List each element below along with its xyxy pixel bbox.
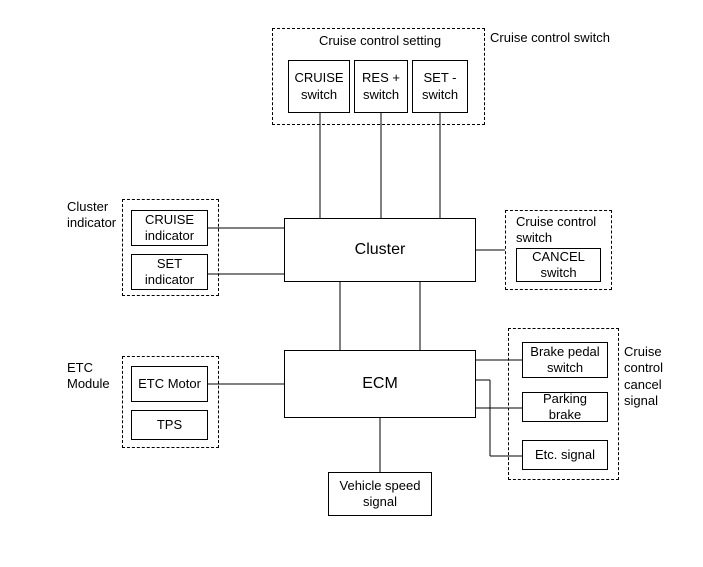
parking-brake-box: Parking brake [522,392,608,422]
cruise-control-switch-label-top: Cruise control switch [490,30,610,46]
set-indicator-box: SET indicator [131,254,208,290]
cruise-switch-box: CRUISE switch [288,60,350,113]
etc-signal-box: Etc. signal [522,440,608,470]
set-minus-switch-box: SET - switch [412,60,468,113]
etc-motor-box: ETC Motor [131,366,208,402]
cruise-control-setting-title: Cruise control setting [300,33,460,49]
brake-pedal-switch-box: Brake pedal switch [522,342,608,378]
tps-box: TPS [131,410,208,440]
vehicle-speed-signal-box: Vehicle speed signal [328,472,432,516]
etc-module-title: ETC Module [67,360,110,393]
diagram-canvas: Cruise control switch Cruise control set… [0,0,703,567]
cluster-indicator-title: Cluster indicator [67,199,116,232]
res-plus-switch-box: RES + switch [354,60,408,113]
ecm-box: ECM [284,350,476,418]
cluster-box: Cluster [284,218,476,282]
cancel-switch-box: CANCEL switch [516,248,601,282]
cancel-signal-title: Cruise control cancel signal [624,344,663,409]
cancel-switch-group-title: Cruise control switch [516,214,596,247]
cruise-indicator-box: CRUISE indicator [131,210,208,246]
